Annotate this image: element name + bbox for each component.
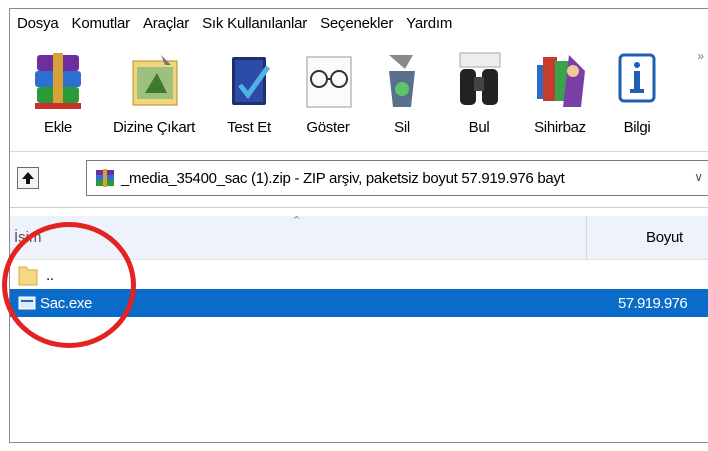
info-icon (610, 51, 664, 111)
info-button[interactable]: Bilgi (606, 51, 668, 151)
info-label: Bilgi (623, 119, 651, 136)
path-combobox[interactable]: _media_35400_sac (1).zip - ZIP arşiv, pa… (86, 160, 708, 196)
view-button[interactable]: Göster (292, 51, 364, 151)
menu-item-help[interactable]: Yardım (399, 9, 458, 39)
winrar-books-icon (31, 51, 85, 111)
menu-item-tools[interactable]: Araçlar (136, 9, 195, 39)
menu-item-favorites[interactable]: Sık Kullanılanlar (195, 9, 313, 39)
wizard-icon (533, 51, 587, 111)
menu-bar: Dosya Komutlar Araçlar Sık Kullanılanlar… (10, 9, 708, 39)
toolbar-divider (10, 151, 708, 152)
address-divider (10, 207, 708, 208)
add-button-label: Ekle (44, 119, 72, 136)
address-bar: _media_35400_sac (1).zip - ZIP arşiv, pa… (10, 159, 708, 199)
column-divider[interactable] (586, 216, 587, 260)
recycle-bin-icon (375, 51, 429, 111)
column-header-name[interactable]: İsim (14, 229, 42, 246)
up-folder-button[interactable] (17, 167, 39, 189)
list-item-selected-file[interactable]: Sac.exe 57.919.976 (10, 289, 708, 317)
menu-item-options[interactable]: Seçenekler (313, 9, 399, 39)
file-name: Sac.exe (40, 294, 93, 312)
delete-button[interactable]: Sil (374, 51, 430, 151)
view-label: Göster (306, 119, 350, 136)
menu-item-commands[interactable]: Komutlar (65, 9, 136, 39)
extract-to-button[interactable]: Dizine Çıkart (104, 51, 204, 151)
delete-label: Sil (394, 119, 410, 136)
up-arrow-icon (22, 172, 34, 184)
extract-to-label: Dizine Çıkart (113, 119, 195, 136)
find-label: Bul (468, 119, 490, 136)
chevron-down-icon[interactable]: ∨ (694, 170, 703, 184)
extract-folder-icon (127, 51, 181, 111)
test-label: Test Et (227, 119, 271, 136)
test-book-icon (222, 51, 276, 111)
wizard-label: Sihirbaz (534, 119, 586, 136)
file-size: 57.919.976 (618, 294, 688, 312)
glasses-icon (301, 51, 355, 111)
exe-file-icon (18, 295, 36, 311)
test-button[interactable]: Test Et (214, 51, 284, 151)
archive-icon (95, 169, 115, 187)
wizard-button[interactable]: Sihirbaz (522, 51, 598, 151)
winrar-window: Dosya Komutlar Araçlar Sık Kullanılanlar… (9, 8, 708, 443)
sort-ascending-icon: ⌃ (292, 215, 302, 227)
archive-path-text: _media_35400_sac (1).zip - ZIP arşiv, pa… (121, 169, 565, 187)
file-list-header: ⌃ İsim Boyut (10, 215, 708, 260)
add-button[interactable]: Ekle (22, 51, 94, 151)
menu-item-file[interactable]: Dosya (10, 9, 65, 39)
column-header-size[interactable]: Boyut (646, 229, 683, 246)
toolbar-overflow-icon[interactable]: » (697, 49, 704, 63)
folder-icon (18, 264, 38, 286)
binoculars-icon (452, 51, 506, 111)
file-name: .. (46, 266, 54, 284)
find-button[interactable]: Bul (446, 51, 512, 151)
list-item-parent-folder[interactable]: .. (10, 261, 708, 289)
toolbar: Ekle Dizine Çıkart Test Et Göster Sil Bu… (10, 41, 708, 149)
